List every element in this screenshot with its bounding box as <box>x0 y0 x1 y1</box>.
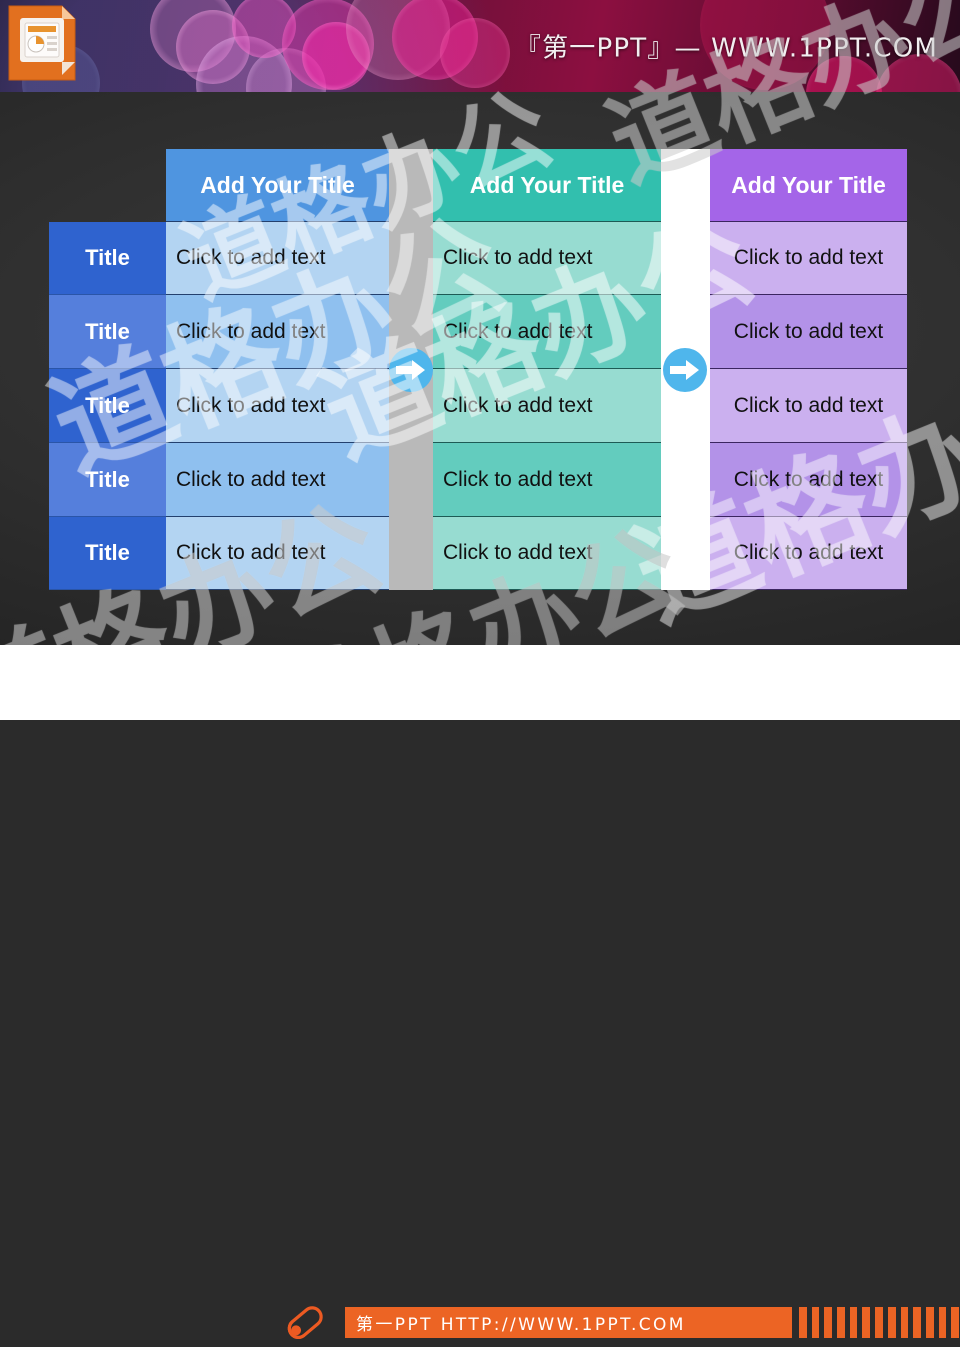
arrow-connector-1[interactable] <box>389 348 433 392</box>
footer-tick <box>951 1307 959 1338</box>
teal-column: Add Your Title Click to add text Click t… <box>433 149 661 590</box>
blue-column-header[interactable]: Add Your Title <box>166 149 389 222</box>
footer-tick <box>925 1307 934 1338</box>
teal-cell-text: Click to add text <box>443 541 593 564</box>
title-cell[interactable]: Title <box>49 517 166 590</box>
footer-url-bar: 第一PPT HTTP://WWW.1PPT.COM <box>345 1307 792 1338</box>
footer-tick <box>849 1307 858 1338</box>
teal-cell-text: Click to add text <box>443 467 593 491</box>
purple-cell-text: Click to add text <box>733 541 884 564</box>
teal-cell-text: Click to add text <box>443 246 593 269</box>
footer-tick <box>913 1307 921 1338</box>
blue-cell-text: Click to add text <box>176 393 326 417</box>
purple-cell[interactable]: Click to add text <box>710 222 907 295</box>
footer-tick <box>837 1307 845 1338</box>
title-cell-label: Title <box>85 318 130 344</box>
teal-cell[interactable]: Click to add text <box>433 443 661 517</box>
arrow-right-circle-icon <box>670 360 699 380</box>
blue-cell-text: Click to add text <box>176 246 326 269</box>
footer-tick <box>811 1307 820 1338</box>
purple-column-header-label: Add Your Title <box>731 171 886 198</box>
teal-column-header[interactable]: Add Your Title <box>433 149 661 222</box>
title-cell[interactable]: Title <box>49 369 166 443</box>
title-cell-label: Title <box>85 466 130 492</box>
title-cell-label: Title <box>85 392 130 418</box>
blue-cell[interactable]: Click to add text <box>166 295 389 369</box>
teal-cell[interactable]: Click to add text <box>433 295 661 369</box>
title-column: Title Title Title Title Title <box>49 222 166 590</box>
purple-cell[interactable]: Click to add text <box>710 517 907 590</box>
purple-column-header[interactable]: Add Your Title <box>710 149 907 222</box>
blue-cell-text: Click to add text <box>176 467 326 491</box>
purple-column: Add Your Title Click to add text Click t… <box>710 149 907 590</box>
teal-cell[interactable]: Click to add text <box>433 222 661 295</box>
arrow-right-circle-icon <box>396 360 425 380</box>
purple-cell-text: Click to add text <box>733 393 884 417</box>
arrow-connector-2[interactable] <box>663 348 707 392</box>
footer-tick <box>862 1307 871 1338</box>
teal-cell-text: Click to add text <box>443 319 593 343</box>
blue-cell-text: Click to add text <box>176 319 326 343</box>
blue-cell[interactable]: Click to add text <box>166 369 389 443</box>
title-cell[interactable]: Title <box>49 222 166 295</box>
blue-column-header-label: Add Your Title <box>200 171 355 198</box>
footer-tick <box>824 1307 833 1338</box>
table-diagram: Title Title Title Title Title Add Your T… <box>0 0 960 720</box>
footer-tick <box>887 1307 896 1338</box>
purple-cell-text: Click to add text <box>733 246 884 269</box>
footer-bar: 第一PPT HTTP://WWW.1PPT.COM <box>0 645 960 1340</box>
blue-cell[interactable]: Click to add text <box>166 222 389 295</box>
purple-cell[interactable]: Click to add text <box>710 443 907 517</box>
purple-cell-text: Click to add text <box>733 467 884 491</box>
teal-cell-text: Click to add text <box>443 393 593 417</box>
pen-icon <box>283 1302 329 1342</box>
purple-cell[interactable]: Click to add text <box>710 369 907 443</box>
teal-cell[interactable]: Click to add text <box>433 517 661 590</box>
blue-cell-text: Click to add text <box>176 541 326 564</box>
footer-tick <box>938 1307 947 1338</box>
blue-cell[interactable]: Click to add text <box>166 443 389 517</box>
footer-tick <box>799 1307 807 1338</box>
title-cell[interactable]: Title <box>49 295 166 369</box>
footer-tick <box>900 1307 909 1338</box>
purple-cell-text: Click to add text <box>733 319 884 343</box>
blue-cell[interactable]: Click to add text <box>166 517 389 590</box>
purple-cell[interactable]: Click to add text <box>710 295 907 369</box>
title-cell-label: Title <box>85 245 130 270</box>
blue-column: Add Your Title Click to add text Click t… <box>166 149 389 590</box>
title-cell-label: Title <box>85 540 130 565</box>
teal-column-header-label: Add Your Title <box>469 171 625 198</box>
teal-cell[interactable]: Click to add text <box>433 369 661 443</box>
title-cell[interactable]: Title <box>49 443 166 517</box>
footer-tick-marks <box>799 1307 959 1338</box>
footer-url-text: 第一PPT HTTP://WWW.1PPT.COM <box>356 1315 686 1335</box>
footer-tick <box>875 1307 883 1338</box>
